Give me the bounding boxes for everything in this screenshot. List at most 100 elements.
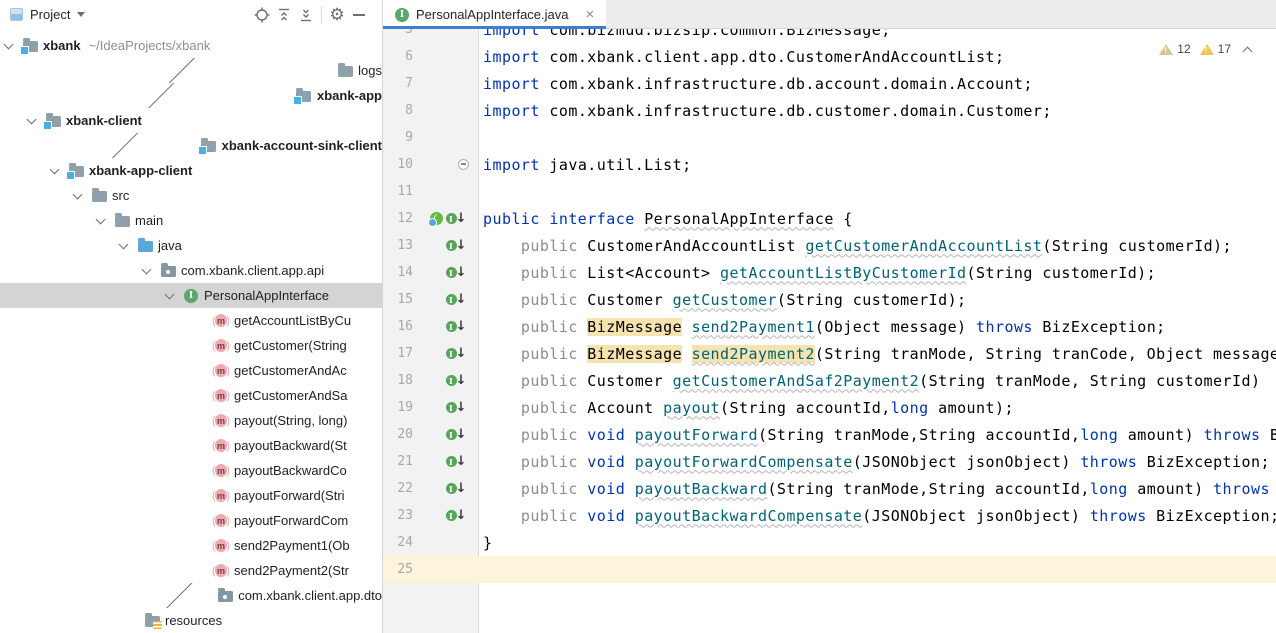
code-line-15[interactable]: 15I↓ public Customer getCustomer(String …	[383, 286, 1276, 313]
code-line-23[interactable]: 23I↓ public void payoutBackwardCompensat…	[383, 502, 1276, 529]
code-line-21[interactable]: 21I↓ public void payoutForwardCompensate…	[383, 448, 1276, 475]
tree-item-java[interactable]: java	[0, 233, 382, 258]
implemented-marker-icon[interactable]: I↓	[446, 401, 467, 414]
implemented-marker-icon[interactable]: I↓	[446, 509, 467, 522]
code-line-16[interactable]: 16I↓ public BizMessage send2Payment1(Obj…	[383, 313, 1276, 340]
code-line-10[interactable]: 10import java.util.List;	[383, 151, 1276, 178]
chevron-up-icon[interactable]	[1243, 46, 1253, 56]
tree-item-personalappinterface[interactable]: IPersonalAppInterface	[0, 283, 382, 308]
chevron-down-icon[interactable]	[73, 189, 83, 199]
code-text[interactable]: public BizMessage send2Payment1(Object m…	[479, 318, 1166, 336]
code-text[interactable]: import java.util.List;	[479, 156, 692, 174]
chevron-down-icon[interactable]	[27, 114, 37, 124]
tree-item-send2payment1-ob[interactable]: (m)send2Payment1(Ob	[0, 533, 382, 558]
tree-item-payout-string-long[interactable]: (m)payout(String, long)	[0, 408, 382, 433]
code-text[interactable]: public void payoutForwardCompensate(JSON…	[479, 453, 1270, 471]
tree-item-com-xbank-client-app-dto[interactable]: com.xbank.client.app.dto	[0, 583, 382, 608]
tree-item-com-xbank-client-app-api[interactable]: com.xbank.client.app.api	[0, 258, 382, 283]
code-text[interactable]: public void payoutBackward(String tranMo…	[479, 480, 1276, 498]
code-text[interactable]: }	[479, 534, 492, 552]
tree-item-src[interactable]: src	[0, 183, 382, 208]
inspections-widget[interactable]: 12 17	[1159, 42, 1260, 56]
code-text[interactable]: public Customer getCustomer(String custo…	[479, 291, 967, 309]
code-line-12[interactable]: 12I↓public interface PersonalAppInterfac…	[383, 205, 1276, 232]
code-text[interactable]: public List<Account> getAccountListByCus…	[479, 264, 1156, 282]
chevron-down-icon[interactable]	[142, 264, 152, 274]
project-view-selector[interactable]: Project	[30, 7, 85, 22]
code-line-19[interactable]: 19I↓ public Account payout(String accoun…	[383, 394, 1276, 421]
expand-all-icon[interactable]	[273, 4, 295, 26]
tree-item-send2payment2-str[interactable]: (m)send2Payment2(Str	[0, 558, 382, 583]
chevron-right-icon[interactable]	[150, 583, 200, 608]
tree-item-getcustomerandsa[interactable]: (m)getCustomerAndSa	[0, 383, 382, 408]
implemented-marker-icon[interactable]: I↓	[446, 320, 467, 333]
weak-warning-count[interactable]: 12	[1159, 42, 1190, 56]
code-line-22[interactable]: 22I↓ public void payoutBackward(String t…	[383, 475, 1276, 502]
chevron-right-icon[interactable]	[69, 58, 285, 83]
code-text[interactable]: import com.xbank.infrastructure.db.accou…	[479, 75, 1033, 93]
settings-gear-icon[interactable]: ⚙	[326, 4, 348, 26]
chevron-down-icon[interactable]	[165, 289, 175, 299]
tree-item-xbank-app[interactable]: xbank-app	[0, 83, 382, 108]
tree-item-xbank-app-client[interactable]: xbank-app-client	[0, 158, 382, 183]
warning-count[interactable]: 17	[1200, 42, 1231, 56]
tree-item-getaccountlistbycu[interactable]: (m)getAccountListByCu	[0, 308, 382, 333]
code-text[interactable]: public Account payout(String accountId,l…	[479, 399, 1014, 417]
code-line-13[interactable]: 13I↓ public CustomerAndAccountList getCu…	[383, 232, 1276, 259]
chevron-down-icon[interactable]	[4, 39, 14, 49]
tree-item-logs[interactable]: logs	[0, 58, 382, 83]
chevron-down-icon[interactable]	[96, 214, 106, 224]
implemented-marker-icon[interactable]: I↓	[446, 482, 467, 495]
tree-item-payoutforwardcom[interactable]: (m)payoutForwardCom	[0, 508, 382, 533]
tab-personalappinterface-java[interactable]: I PersonalAppInterface.java ×	[383, 0, 606, 29]
tree-item-getcustomerandac[interactable]: (m)getCustomerAndAc	[0, 358, 382, 383]
code-line-24[interactable]: 24}	[383, 529, 1276, 556]
code-area[interactable]: 5import com.bizmud.bizsip.common.BizMess…	[383, 29, 1276, 583]
implemented-marker-icon[interactable]: I↓	[446, 455, 467, 468]
code-line-8[interactable]: 8import com.xbank.infrastructure.db.cust…	[383, 97, 1276, 124]
locate-icon[interactable]	[251, 4, 273, 26]
implemented-marker-icon[interactable]: I↓	[446, 266, 467, 279]
implemented-marker-icon[interactable]: I↓	[446, 239, 467, 252]
implemented-marker-icon[interactable]: I↓	[446, 293, 467, 306]
chevron-down-icon[interactable]	[50, 164, 60, 174]
chevron-right-icon[interactable]	[69, 133, 173, 158]
code-line-7[interactable]: 7import com.xbank.infrastructure.db.acco…	[383, 70, 1276, 97]
tree-item-main[interactable]: main	[0, 208, 382, 233]
tree-item-getcustomer-string[interactable]: (m)getCustomer(String	[0, 333, 382, 358]
chevron-right-icon[interactable]	[63, 83, 250, 108]
implemented-marker-icon[interactable]: I↓	[446, 212, 467, 225]
implemented-marker-icon[interactable]: I↓	[446, 428, 467, 441]
code-text[interactable]: import com.bizmud.bizsip.common.BizMessa…	[479, 29, 891, 39]
close-tab-icon[interactable]: ×	[585, 7, 594, 22]
code-line-6[interactable]: 6import com.xbank.client.app.dto.Custome…	[383, 43, 1276, 70]
code-text[interactable]: public void payoutForward(String tranMod…	[479, 426, 1276, 444]
code-line-20[interactable]: 20I↓ public void payoutForward(String tr…	[383, 421, 1276, 448]
chevron-down-icon[interactable]	[119, 239, 129, 249]
code-line-25[interactable]: 25	[383, 556, 1276, 583]
tree-item-xbank-account-sink-client[interactable]: xbank-account-sink-client	[0, 133, 382, 158]
code-line-9[interactable]: 9	[383, 124, 1276, 151]
code-line-18[interactable]: 18I↓ public Customer getCustomerAndSaf2P…	[383, 367, 1276, 394]
tree-item-payoutforward-stri[interactable]: (m)payoutForward(Stri	[0, 483, 382, 508]
collapse-all-icon[interactable]	[295, 4, 317, 26]
hide-panel-icon[interactable]	[348, 4, 370, 26]
code-text[interactable]: public void payoutBackwardCompensate(JSO…	[479, 507, 1276, 525]
tree-item-payoutbackward-st[interactable]: (m)payoutBackward(St	[0, 433, 382, 458]
code-text[interactable]: import com.xbank.infrastructure.db.custo…	[479, 102, 1052, 120]
implemented-marker-icon[interactable]: I↓	[446, 347, 467, 360]
code-line-11[interactable]: 11	[383, 178, 1276, 205]
code-text[interactable]: public BizMessage send2Payment2(String t…	[479, 345, 1276, 363]
code-text[interactable]: public interface PersonalAppInterface {	[479, 210, 853, 228]
tree-item-xbank[interactable]: xbank~/IdeaProjects/xbank	[0, 33, 382, 58]
fold-icon[interactable]	[458, 159, 469, 170]
code-text[interactable]: public CustomerAndAccountList getCustome…	[479, 237, 1232, 255]
code-text[interactable]: import com.xbank.client.app.dto.Customer…	[479, 48, 1004, 66]
tree-item-resources[interactable]: resources	[0, 608, 382, 633]
spring-bean-icon[interactable]	[430, 212, 443, 225]
tree-item-payoutbackwardco[interactable]: (m)payoutBackwardCo	[0, 458, 382, 483]
code-text[interactable]: public Customer getCustomerAndSaf2Paymen…	[479, 372, 1260, 390]
code-line-5[interactable]: 5import com.bizmud.bizsip.common.BizMess…	[383, 29, 1276, 43]
tree-item-xbank-client[interactable]: xbank-client	[0, 108, 382, 133]
code-line-14[interactable]: 14I↓ public List<Account> getAccountList…	[383, 259, 1276, 286]
